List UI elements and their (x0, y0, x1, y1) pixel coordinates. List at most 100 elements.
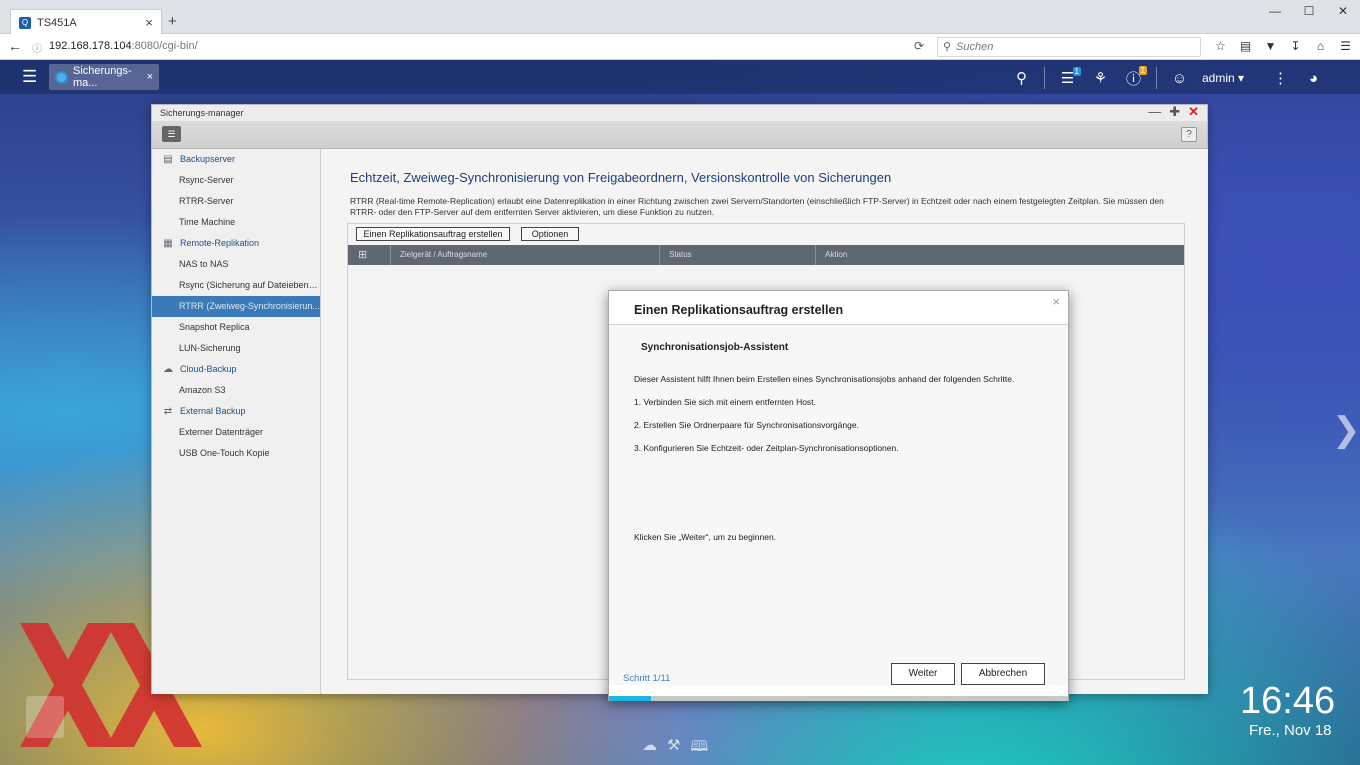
browser-toolbar-icons: ☆ ▤ ▼ ↧ ⌂ ☰ (1208, 39, 1358, 53)
pocket-icon[interactable]: ▼ (1258, 39, 1283, 53)
more-options-icon[interactable]: ⋮ (1264, 69, 1297, 87)
sidebar-item[interactable]: Time Machine (152, 212, 320, 233)
desktop-clock: 16:46 (1240, 680, 1336, 722)
background-tasks-icon[interactable]: ☰ 1 (1051, 67, 1084, 87)
cloud-icon: ☁ (163, 364, 173, 375)
main-menu-icon[interactable]: ☰ (22, 67, 37, 87)
search-input[interactable]: ⚲ Suchen (937, 37, 1201, 57)
close-window-button[interactable]: ✕ (1326, 0, 1360, 22)
notification-badge: 1 (1138, 65, 1147, 75)
divider (1156, 67, 1157, 89)
cancel-button[interactable]: Abbrechen (961, 663, 1045, 685)
search-icon[interactable]: ⚲ (1005, 69, 1038, 87)
sync-icon: ⇄ (163, 406, 173, 417)
window-title: Sicherungs-manager (152, 105, 1207, 121)
user-avatar-icon[interactable]: ☺ (1163, 70, 1196, 87)
column-header-status[interactable]: Status (669, 245, 692, 265)
maximize-icon[interactable]: ✚ (1169, 105, 1180, 119)
home-icon[interactable]: ⌂ (1308, 39, 1333, 53)
sidebar-item[interactable]: Snapshot Replica (152, 317, 320, 338)
wizard-progress-fill (609, 696, 651, 701)
dialog-close-icon[interactable]: × (1052, 294, 1060, 309)
dialog-step-3: 3. Konfigurieren Sie Echtzeit- oder Zeit… (634, 443, 899, 453)
dashboard-gauge-icon[interactable]: ◕ (1297, 70, 1330, 87)
sidebar-section[interactable]: ▦ Remote-Replikation (152, 233, 320, 254)
sidebar-item[interactable]: Amazon S3 (152, 380, 320, 401)
recycle-bin-icon[interactable] (26, 696, 64, 738)
divider (1044, 67, 1045, 89)
sidebar-section-label: Cloud-Backup (180, 364, 237, 374)
window-controls: — ☐ ✕ (1258, 0, 1360, 22)
app-toolbar: ☰ ? (152, 121, 1207, 149)
qts-top-bar: ☰ Sicherungs-ma... × ⚲ ☰ 1 ⚘ ⓘ 1 ☺ admin ▾… (0, 60, 1360, 94)
dialog-subtitle: Synchronisationsjob-Assistent (641, 342, 789, 353)
minimize-icon[interactable]: — (1148, 105, 1161, 119)
search-icon: ⚲ (943, 41, 952, 53)
sidebar-section-label: External Backup (180, 406, 246, 416)
column-header-action[interactable]: Aktion (825, 245, 847, 265)
table-header: ⊞ Zielgerät / Auftragsname Status Aktion (348, 245, 1184, 265)
back-arrow-icon[interactable]: ← (8, 38, 22, 54)
column-divider (659, 245, 660, 265)
page-title: Echtzeit, Zweiweg-Synchronisierung von F… (350, 170, 892, 185)
address-bar[interactable]: 192.168.178.104:8080/cgi-bin/ (49, 40, 198, 52)
sidebar-item[interactable]: RTRR (Zweiweg-Synchronisierun... (152, 296, 320, 317)
window-buttons: — ✚ ✕ (1148, 105, 1199, 119)
backup-manager-icon (55, 70, 68, 84)
column-header-target[interactable]: Zielgerät / Auftragsname (400, 245, 487, 265)
reload-icon[interactable]: ⟳ (914, 39, 924, 53)
cloud-icon[interactable]: ☁ (642, 736, 657, 761)
event-notifications-icon[interactable]: ⓘ 1 (1117, 65, 1150, 89)
user-menu[interactable]: admin ▾ (1202, 71, 1244, 85)
sidebar-item[interactable]: LUN-Sicherung (152, 338, 320, 359)
close-tab-icon[interactable]: × (145, 15, 153, 30)
wizard-progress-bar (609, 696, 1068, 701)
qts-top-icons: ⚲ ☰ 1 ⚘ ⓘ 1 ☺ admin ▾ ⋮ ◕ (1005, 65, 1330, 89)
new-tab-button[interactable]: + (168, 13, 177, 30)
sidebar-item[interactable]: Externer Datenträger (152, 422, 320, 443)
sidebar-section[interactable]: ☁ Cloud-Backup (152, 359, 320, 380)
sidebar-section[interactable]: ▤ Backupserver (152, 149, 320, 170)
next-button[interactable]: Weiter (891, 663, 955, 685)
external-devices-icon[interactable]: ⚘ (1084, 69, 1117, 87)
dialog-intro: Dieser Assistent hilft Ihnen beim Erstel… (634, 374, 1015, 384)
help-button[interactable]: ? (1181, 127, 1197, 142)
page-description: RTRR (Real-time Remote-Replication) erla… (350, 196, 1164, 217)
sidebar-section[interactable]: ⇄ External Backup (152, 401, 320, 422)
sidebar-item[interactable]: NAS to NAS (152, 254, 320, 275)
sidebar-item[interactable]: RTRR-Server (152, 191, 320, 212)
expand-all-icon[interactable]: ⊞ (358, 245, 367, 265)
info-icon[interactable]: ⓘ (32, 40, 42, 55)
close-app-tab-icon[interactable]: × (147, 71, 153, 83)
download-icon[interactable]: ↧ (1283, 39, 1308, 53)
column-divider (390, 245, 391, 265)
dialog-step-2: 2. Erstellen Sie Ordnerpaare für Synchro… (634, 420, 859, 430)
hamburger-menu-icon[interactable]: ☰ (1333, 39, 1358, 53)
sidebar-item[interactable]: Rsync (Sicherung auf Dateiebene... (152, 275, 320, 296)
minimize-button[interactable]: — (1258, 0, 1292, 22)
replication-icon: ▦ (163, 238, 173, 249)
wizard-step-indicator: Schritt 1/11 (623, 673, 671, 684)
book-icon[interactable]: 🕮 (690, 736, 708, 761)
column-divider (815, 245, 816, 265)
sidebar-item[interactable]: Rsync-Server (152, 170, 320, 191)
browser-tab-title: TS451A (37, 16, 77, 29)
next-desktop-arrow-icon[interactable]: ❯ (1332, 410, 1360, 450)
options-button[interactable]: Optionen (521, 227, 579, 241)
close-icon[interactable]: ✕ (1188, 105, 1199, 119)
reading-list-icon[interactable]: ▤ (1233, 39, 1258, 53)
browser-tab[interactable]: Q TS451A × (10, 9, 162, 35)
server-icon: ▤ (163, 154, 173, 165)
list-view-icon[interactable]: ☰ (162, 126, 181, 142)
bookmark-star-icon[interactable]: ☆ (1208, 39, 1233, 53)
tools-icon[interactable]: ⚒ (667, 736, 680, 761)
dialog-step-1: 1. Verbinden Sie sich mit einem entfernt… (634, 397, 816, 407)
create-replication-job-button[interactable]: Einen Replikationsauftrag erstellen (356, 227, 510, 241)
search-placeholder: Suchen (956, 41, 994, 53)
maximize-button[interactable]: ☐ (1292, 0, 1326, 22)
qnap-favicon-icon: Q (19, 16, 31, 29)
url-path: :8080/cgi-bin/ (131, 40, 198, 52)
sidebar-item[interactable]: USB One-Touch Kopie (152, 443, 320, 464)
app-taskbar-tab[interactable]: Sicherungs-ma... × (49, 64, 159, 90)
desktop-date: Fre., Nov 18 (1249, 722, 1332, 739)
